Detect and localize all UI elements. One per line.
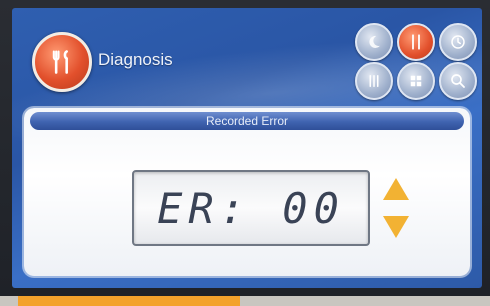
moon-button[interactable] xyxy=(355,23,393,61)
search-button[interactable] xyxy=(439,62,477,100)
search-icon xyxy=(451,74,465,88)
panel-title: Recorded Error xyxy=(30,112,464,130)
screen: Diagnosis Recorded Error ER: 00 xyxy=(12,8,482,288)
error-code: ER: 00 xyxy=(157,183,345,233)
header: Diagnosis xyxy=(12,8,482,108)
clock-button[interactable] xyxy=(439,23,477,61)
device-bezel: Diagnosis Recorded Error ER: 00 xyxy=(0,0,490,296)
grid-icon xyxy=(410,75,422,87)
clock-icon xyxy=(451,35,465,49)
grid-button[interactable] xyxy=(397,62,435,100)
diagnosis-tools-icon xyxy=(32,32,92,92)
moon-icon xyxy=(369,35,380,48)
arrow-up-button[interactable] xyxy=(383,178,409,200)
recorded-error-panel: Recorded Error ER: 00 xyxy=(24,108,470,276)
settings-button[interactable] xyxy=(355,62,393,100)
settings-icon xyxy=(369,75,379,87)
tools-button[interactable] xyxy=(397,23,435,61)
arrow-down-button[interactable] xyxy=(383,216,409,238)
error-display: ER: 00 xyxy=(132,170,370,246)
tools-icon xyxy=(412,34,420,50)
page-title: Diagnosis xyxy=(98,50,173,69)
bottom-accent-strip xyxy=(18,296,240,306)
